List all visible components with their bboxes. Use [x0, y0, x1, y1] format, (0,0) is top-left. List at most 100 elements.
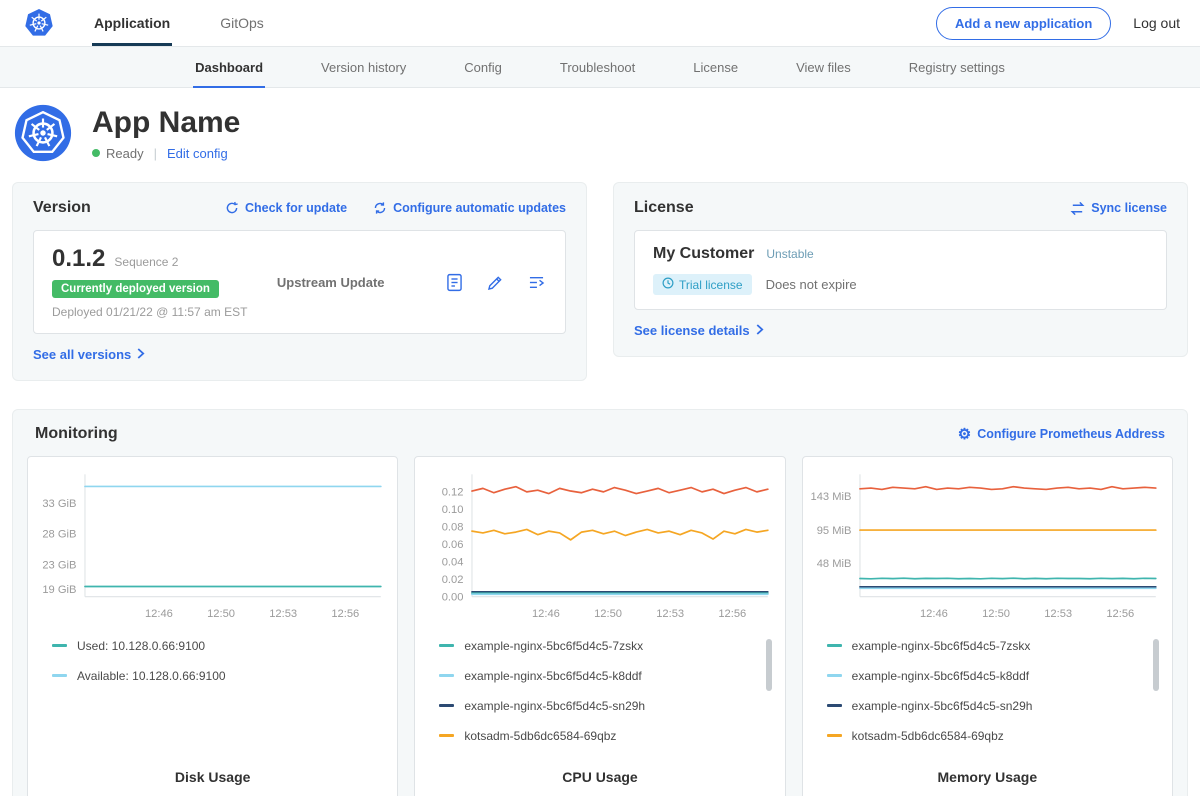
license-channel: Unstable — [766, 247, 813, 261]
svg-text:0.08: 0.08 — [442, 522, 464, 534]
see-all-versions-link[interactable]: See all versions — [33, 347, 566, 362]
see-all-versions-label: See all versions — [33, 347, 131, 362]
clock-icon — [662, 277, 674, 292]
legend-item: example-nginx-5bc6f5d4c5-7zskx — [439, 639, 762, 653]
legend-label: kotsadm-5db6dc6584-69qbz — [852, 729, 1004, 743]
legend-item: kotsadm-5db6dc6584-69qbz — [439, 729, 762, 743]
tab-troubleshoot[interactable]: Troubleshoot — [558, 47, 637, 87]
svg-text:0.12: 0.12 — [442, 487, 464, 499]
app-logo-icon — [14, 104, 72, 162]
tab-config[interactable]: Config — [462, 47, 504, 87]
tab-version-history[interactable]: Version history — [319, 47, 408, 87]
add-new-application-button[interactable]: Add a new application — [936, 7, 1111, 40]
configure-prometheus-button[interactable]: ⚙ Configure Prometheus Address — [958, 427, 1165, 442]
chart-title: CPU Usage — [423, 759, 776, 796]
legend-label: kotsadm-5db6dc6584-69qbz — [464, 729, 616, 743]
legend-item: example-nginx-5bc6f5d4c5-k8ddf — [827, 669, 1150, 683]
legend-swatch-icon — [52, 674, 67, 677]
sync-license-button[interactable]: Sync license — [1070, 201, 1167, 216]
app-header: App Name Ready | Edit config — [0, 88, 1200, 180]
disk-usage-chart-box: 33 GiB28 GiB23 GiB19 GiB12:4612:5012:531… — [27, 456, 398, 796]
legend-label: example-nginx-5bc6f5d4c5-7zskx — [852, 639, 1031, 653]
legend-label: example-nginx-5bc6f5d4c5-k8ddf — [852, 669, 1029, 683]
svg-text:12:50: 12:50 — [594, 608, 622, 620]
edit-config-link[interactable]: Edit config — [167, 146, 228, 161]
divider: | — [154, 146, 157, 161]
tab-dashboard[interactable]: Dashboard — [193, 47, 265, 87]
license-card-title: License — [634, 199, 694, 217]
current-version-box: 0.1.2 Sequence 2 Currently deployed vers… — [33, 230, 566, 334]
configure-prometheus-label: Configure Prometheus Address — [977, 427, 1165, 441]
deployed-timestamp: Deployed 01/21/22 @ 11:57 am EST — [52, 305, 247, 319]
chart-legend: example-nginx-5bc6f5d4c5-7zskx example-ng… — [811, 629, 1164, 759]
legend-label: example-nginx-5bc6f5d4c5-7zskx — [464, 639, 643, 653]
disk-usage-chart-canvas[interactable]: 33 GiB28 GiB23 GiB19 GiB12:4612:5012:531… — [36, 469, 389, 629]
legend-label: Available: 10.128.0.66:9100 — [77, 669, 226, 683]
customer-name: My Customer — [653, 245, 754, 263]
tab-registry-settings[interactable]: Registry settings — [907, 47, 1007, 87]
legend-scrollbar[interactable] — [1153, 639, 1159, 691]
kubernetes-logo-icon[interactable] — [24, 8, 54, 38]
monitoring-title: Monitoring — [35, 425, 118, 443]
svg-text:33 GiB: 33 GiB — [42, 498, 76, 510]
svg-text:19 GiB: 19 GiB — [42, 584, 76, 596]
legend-swatch-icon — [827, 704, 842, 707]
svg-text:0.00: 0.00 — [442, 591, 464, 603]
memory-usage-chart-box: 143 MiB95 MiB48 MiB12:4612:5012:5312:56 … — [802, 456, 1173, 796]
license-card: License Sync license My Customer Unstabl… — [613, 182, 1188, 357]
see-license-details-link[interactable]: See license details — [634, 323, 1167, 338]
status-ready-dot-icon — [92, 149, 100, 157]
legend-item: Used: 10.128.0.66:9100 — [52, 639, 375, 653]
version-source-label: Upstream Update — [277, 275, 415, 290]
svg-text:0.04: 0.04 — [442, 556, 464, 568]
refresh-icon — [225, 201, 239, 215]
legend-item: kotsadm-5db6dc6584-69qbz — [827, 729, 1150, 743]
tab-gitops[interactable]: GitOps — [218, 0, 266, 46]
svg-text:12:53: 12:53 — [269, 608, 297, 620]
legend-swatch-icon — [827, 674, 842, 677]
auto-update-icon — [373, 201, 387, 215]
check-for-update-button[interactable]: Check for update — [225, 201, 347, 215]
legend-swatch-icon — [827, 734, 842, 737]
tab-application[interactable]: Application — [92, 0, 172, 46]
check-for-update-label: Check for update — [245, 201, 347, 215]
legend-scrollbar[interactable] — [766, 639, 772, 691]
cpu-usage-chart-canvas[interactable]: 0.120.100.080.060.040.020.0012:4612:5012… — [423, 469, 776, 629]
configure-automatic-updates-label: Configure automatic updates — [393, 201, 566, 215]
see-license-details-label: See license details — [634, 323, 750, 338]
svg-text:12:50: 12:50 — [207, 608, 235, 620]
edit-config-icon[interactable] — [485, 272, 506, 293]
version-sequence: Sequence 2 — [114, 255, 178, 269]
logout-button[interactable]: Log out — [1133, 15, 1180, 31]
legend-swatch-icon — [52, 644, 67, 647]
chevron-right-icon — [755, 323, 764, 338]
memory-usage-chart-canvas[interactable]: 143 MiB95 MiB48 MiB12:4612:5012:5312:56 — [811, 469, 1164, 629]
legend-item: example-nginx-5bc6f5d4c5-k8ddf — [439, 669, 762, 683]
trial-license-label: Trial license — [679, 278, 743, 292]
legend-item: Available: 10.128.0.66:9100 — [52, 669, 375, 683]
sync-icon — [1070, 201, 1085, 216]
license-details-box: My Customer Unstable Trial license Doe — [634, 230, 1167, 310]
svg-text:0.10: 0.10 — [442, 504, 464, 516]
deployed-version-badge: Currently deployed version — [52, 280, 219, 298]
svg-text:12:46: 12:46 — [145, 608, 173, 620]
svg-text:48 MiB: 48 MiB — [816, 558, 851, 570]
deploy-logs-icon[interactable] — [526, 272, 547, 293]
monitoring-card: Monitoring ⚙ Configure Prometheus Addres… — [12, 409, 1188, 796]
tab-license[interactable]: License — [691, 47, 740, 87]
svg-text:28 GiB: 28 GiB — [42, 529, 76, 541]
configure-automatic-updates-button[interactable]: Configure automatic updates — [373, 201, 566, 215]
legend-swatch-icon — [439, 674, 454, 677]
release-notes-icon[interactable] — [444, 272, 465, 293]
svg-text:12:46: 12:46 — [920, 608, 948, 620]
chart-title: Disk Usage — [36, 759, 389, 796]
legend-item: example-nginx-5bc6f5d4c5-sn29h — [439, 699, 762, 713]
page-title: App Name — [92, 106, 240, 139]
tab-view-files[interactable]: View files — [794, 47, 853, 87]
legend-swatch-icon — [439, 734, 454, 737]
chart-legend: Used: 10.128.0.66:9100 Available: 10.128.… — [36, 629, 389, 699]
legend-swatch-icon — [439, 644, 454, 647]
legend-label: example-nginx-5bc6f5d4c5-sn29h — [464, 699, 645, 713]
legend-label: Used: 10.128.0.66:9100 — [77, 639, 205, 653]
svg-text:12:50: 12:50 — [982, 608, 1010, 620]
